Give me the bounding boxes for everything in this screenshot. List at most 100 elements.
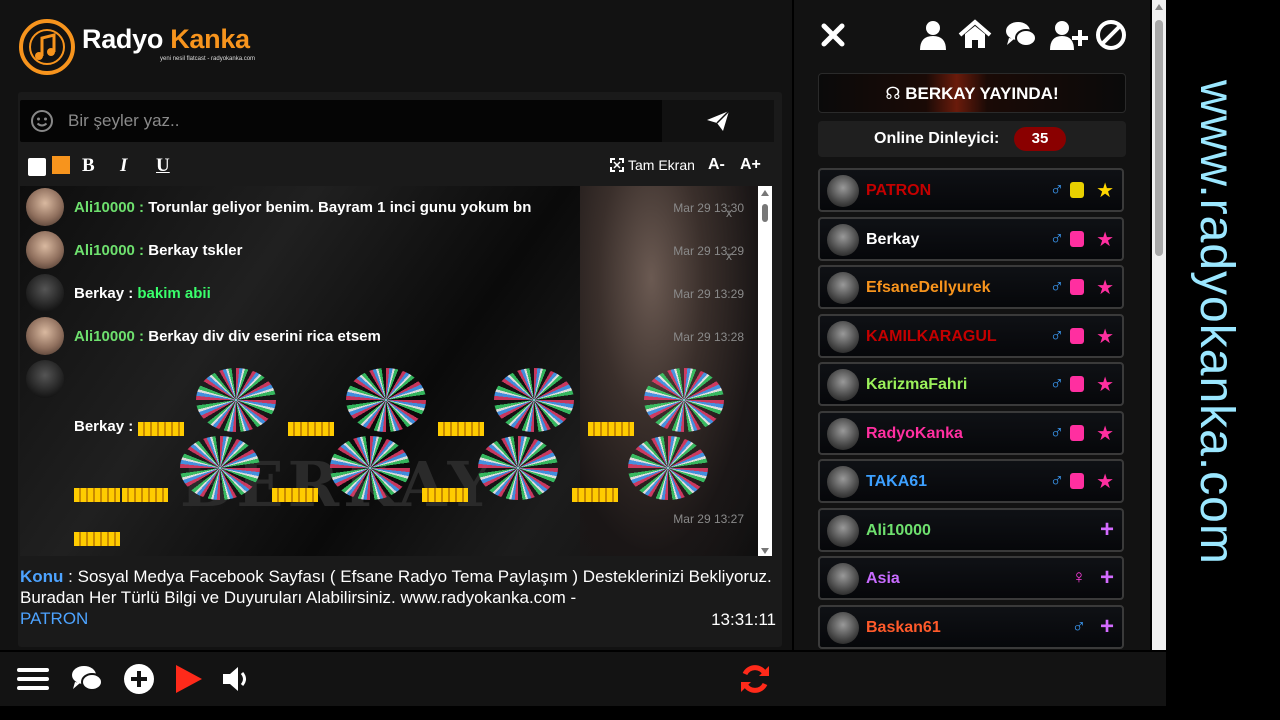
- scroll-up-icon[interactable]: [1155, 4, 1163, 10]
- message-text: Berkay tskler: [148, 242, 243, 259]
- italic-button[interactable]: I: [120, 155, 127, 177]
- user-icon[interactable]: [916, 18, 950, 52]
- message-text: Berkay div div eserini rica etsem: [148, 328, 381, 345]
- play-icon[interactable]: [172, 662, 206, 696]
- user-list-item[interactable]: RadyoKanka ♂ ★: [818, 410, 1124, 455]
- font-increase-button[interactable]: A+: [740, 156, 761, 174]
- avatar: [827, 514, 859, 547]
- user-list-item[interactable]: PATRON ♂ ★: [818, 168, 1124, 212]
- page-scrollbar[interactable]: [1152, 0, 1166, 650]
- lock-icon: [1070, 473, 1084, 489]
- comments-icon[interactable]: [1004, 18, 1038, 52]
- home-icon[interactable]: [958, 18, 992, 52]
- plus-icon: +: [1099, 515, 1114, 543]
- star-icon: ★: [1096, 374, 1114, 396]
- scroll-down-icon[interactable]: [761, 548, 769, 554]
- user-list-item[interactable]: Baskan61 ♂ +: [818, 604, 1124, 649]
- user-list-item[interactable]: Berkay ♂ ★: [818, 216, 1124, 261]
- star-icon: ★: [1096, 228, 1114, 251]
- fullscreen-button[interactable]: Tam Ekran: [610, 157, 695, 173]
- avatar: [827, 417, 859, 450]
- lock-icon: [1070, 279, 1084, 295]
- user-list-item[interactable]: Ali10000 +: [818, 507, 1124, 552]
- firework-gif: [346, 368, 426, 432]
- pen-icon[interactable]: [28, 158, 46, 176]
- star-icon: ★: [1096, 422, 1114, 445]
- avatar[interactable]: [26, 317, 64, 355]
- firework-gif: [180, 436, 260, 500]
- menu-icon[interactable]: [16, 662, 50, 696]
- user-panel: ☊ BERKAY YAYINDA! Online Dinleyici: 35 P…: [794, 0, 1150, 650]
- avatar: [827, 272, 859, 304]
- send-button[interactable]: [662, 100, 774, 142]
- male-icon: ♂: [1049, 227, 1064, 249]
- message-nick[interactable]: Ali10000 : Berkay div div eserini rica e…: [74, 328, 381, 345]
- user-name: PATRON: [866, 182, 932, 199]
- smile-icon[interactable]: [30, 109, 54, 133]
- avatar[interactable]: [26, 231, 64, 269]
- message-nick[interactable]: Berkay :: [74, 418, 133, 435]
- male-icon: ♂: [1071, 615, 1086, 637]
- color-picker[interactable]: [52, 156, 70, 174]
- avatar[interactable]: [26, 188, 64, 226]
- user-name: RadyoKanka: [866, 424, 963, 442]
- user-name: EfsaneDellyurek: [866, 279, 991, 296]
- message-input[interactable]: [68, 100, 658, 142]
- user-list-item[interactable]: EfsaneDellyurek ♂ ★: [818, 265, 1124, 309]
- list-item: Berkay : Mar 29 13:27: [20, 360, 744, 556]
- female-icon: ♀: [1071, 567, 1086, 588]
- avatar: [827, 466, 859, 498]
- topic-text: Sosyal Medya Facebook Sayfası ( Efsane R…: [20, 567, 772, 607]
- scroll-up-icon[interactable]: [761, 190, 769, 196]
- dancing-gif: [438, 422, 484, 436]
- delete-message-icon[interactable]: x: [726, 249, 732, 263]
- logo[interactable]: Radyo Kanka yeni nesil flatcast - radyok…: [18, 16, 278, 76]
- message-time: Mar 29 13:28: [673, 330, 744, 344]
- chat-area: B I U Tam Ekran A- A+ BERKAY: [18, 92, 782, 647]
- message-time: Mar 29 13:29: [673, 287, 744, 301]
- avatar[interactable]: [26, 360, 64, 398]
- message-scrollbar[interactable]: [758, 186, 772, 556]
- brand-slogan: yeni nesil flatcast - radyokanka.com: [160, 56, 256, 62]
- message-text: bakim abii: [137, 285, 211, 302]
- avatar: [827, 320, 859, 353]
- dancing-gif: [74, 488, 120, 502]
- ban-icon[interactable]: [1094, 18, 1128, 52]
- chat-icon[interactable]: [70, 662, 104, 696]
- user-list-item[interactable]: KarizmaFahri ♂ ★: [818, 362, 1124, 406]
- brand-word-2: Kanka: [170, 24, 250, 54]
- message-time: Mar 29 13:27: [673, 512, 744, 526]
- user-name: Ali10000: [866, 521, 931, 539]
- underline-button[interactable]: U: [156, 155, 170, 177]
- user-list-item[interactable]: TAKA61 ♂ ★: [818, 459, 1124, 503]
- scroll-thumb[interactable]: [1155, 20, 1163, 256]
- fullscreen-label: Tam Ekran: [628, 157, 695, 173]
- message-nick[interactable]: Ali10000 : Berkay tskler: [74, 242, 242, 259]
- refresh-icon[interactable]: [738, 662, 772, 696]
- avatar[interactable]: [26, 274, 64, 312]
- font-decrease-button[interactable]: A-: [708, 156, 725, 174]
- headphones-icon: ☊: [885, 84, 901, 103]
- dancing-gif: [272, 488, 318, 502]
- avatar: [827, 563, 859, 595]
- close-icon[interactable]: [816, 18, 850, 52]
- volume-icon[interactable]: [220, 662, 254, 696]
- brand-name: Radyo Kanka: [82, 24, 250, 55]
- scroll-thumb[interactable]: [762, 204, 768, 222]
- topic-author[interactable]: PATRON: [20, 609, 88, 628]
- list-item: Ali10000 : Berkay div div eserini rica e…: [20, 317, 744, 357]
- plus-circle-icon[interactable]: [122, 662, 156, 696]
- dancing-gif: [288, 422, 334, 436]
- lock-icon: [1070, 182, 1084, 198]
- add-user-icon[interactable]: [1048, 18, 1088, 52]
- message-nick[interactable]: Ali10000 : Torunlar geliyor benim. Bayra…: [74, 199, 531, 216]
- user-list-item[interactable]: Asia ♀ +: [818, 556, 1124, 600]
- clock: 13:31:11: [711, 610, 776, 629]
- male-icon: ♂: [1049, 179, 1064, 200]
- message-nick[interactable]: Berkay : bakim abii: [74, 285, 211, 302]
- list-item: Ali10000 : Berkay tskler Mar 29 13:29 x: [20, 231, 744, 271]
- delete-message-icon[interactable]: x: [726, 206, 732, 220]
- message-text: Torunlar geliyor benim. Bayram 1 inci gu…: [148, 199, 532, 216]
- bold-button[interactable]: B: [82, 155, 95, 177]
- user-list-item[interactable]: KAMILKARAGUL ♂ ★: [818, 313, 1124, 358]
